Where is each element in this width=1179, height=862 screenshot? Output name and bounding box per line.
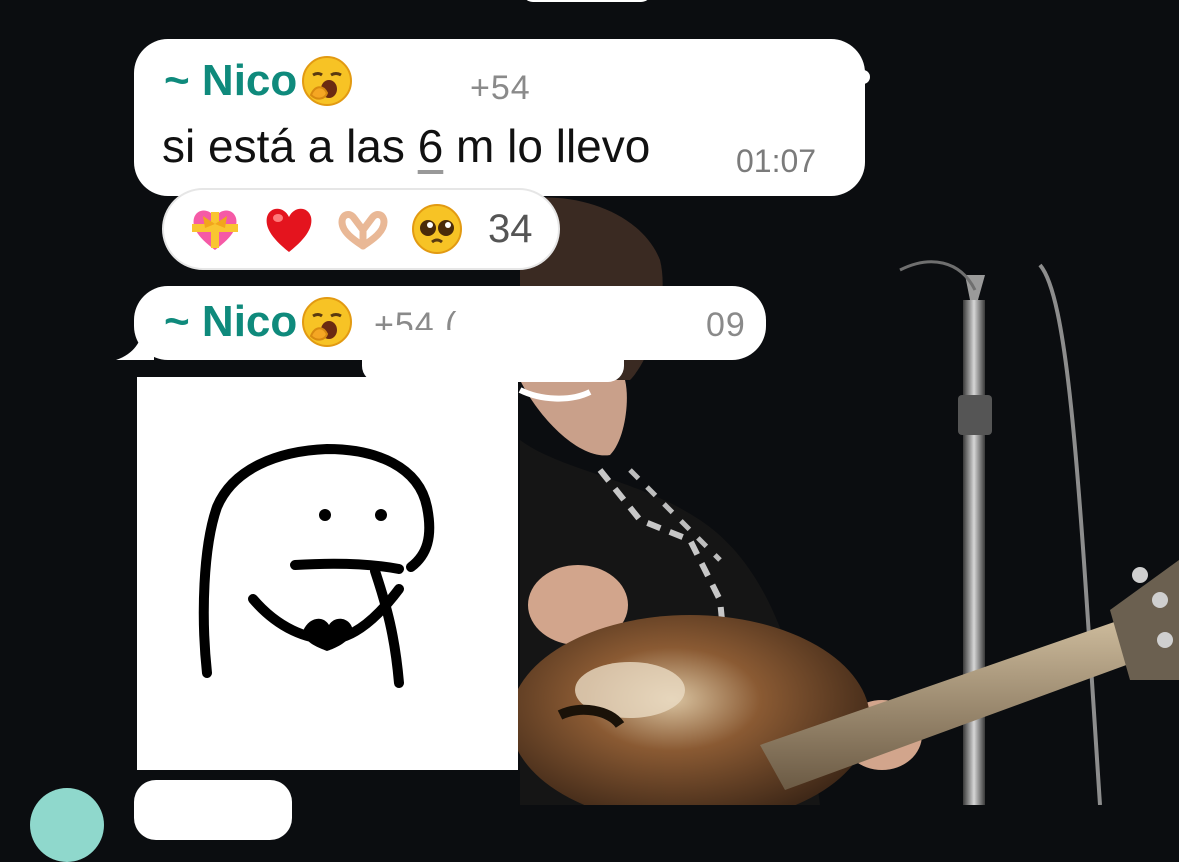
message-text: si está a las 6 m lo llevo <box>162 119 650 173</box>
reactions-pill[interactable]: 34 <box>162 188 560 270</box>
reactions-count: 34 <box>488 206 533 251</box>
heart-hands-icon <box>338 211 388 250</box>
next-message-bubble[interactable] <box>134 780 292 840</box>
sender-phone-fragment: +54 <box>470 69 531 107</box>
previous-message-edge <box>522 0 652 2</box>
redaction-patch <box>362 330 624 382</box>
message-number-link[interactable]: 6 <box>418 120 444 172</box>
bubble-tail-dot <box>856 70 870 84</box>
heart-with-ribbon-icon <box>192 210 238 250</box>
pleading-face-icon <box>412 204 462 254</box>
red-heart-icon <box>266 208 312 252</box>
message-text-part: si está a las <box>162 120 418 172</box>
sender-name[interactable]: ~ Nico <box>164 55 353 107</box>
message-timestamp: 01:07 <box>736 143 817 179</box>
contact-avatar[interactable] <box>30 788 104 862</box>
yawning-face-icon <box>302 297 353 347</box>
blob-character-sticker-icon <box>198 443 435 688</box>
sender-phone-tail: 09 <box>706 306 746 344</box>
sender-label: ~ Nico <box>164 297 298 346</box>
sticker-message[interactable] <box>137 377 518 770</box>
yawning-face-icon <box>302 56 353 106</box>
sender-name[interactable]: ~ Nico <box>164 296 353 348</box>
message-text-part: m lo llevo <box>443 120 651 172</box>
sender-label: ~ Nico <box>164 56 298 105</box>
message-bubble[interactable]: ~ Nico +54 si está a las 6 m lo llevo 01… <box>134 39 865 196</box>
